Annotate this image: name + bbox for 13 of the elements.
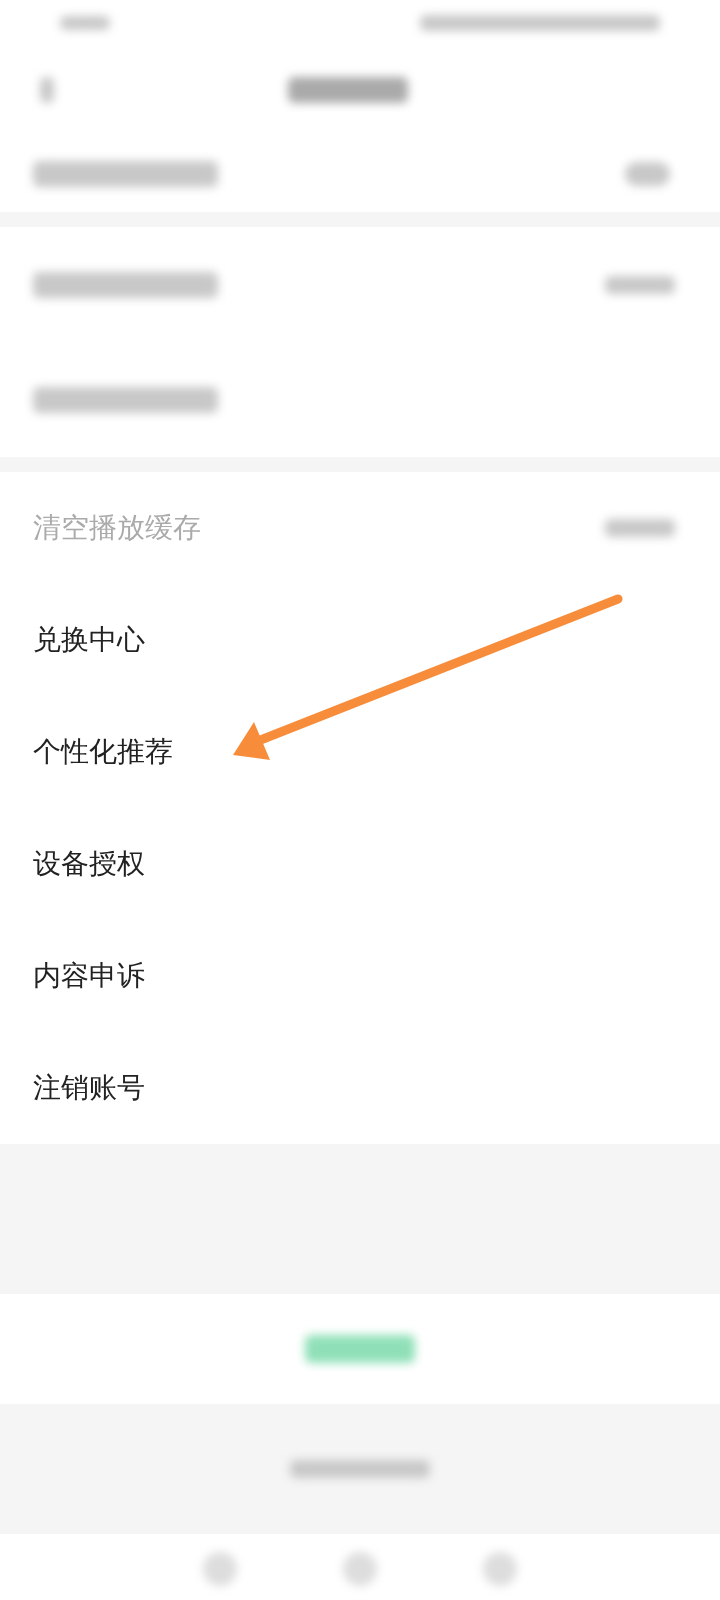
blurred-icon[interactable] [483,1552,517,1586]
blurred-icon [625,161,670,186]
blurred-icon[interactable] [203,1552,237,1586]
blurred-icon[interactable] [343,1552,377,1586]
menu-item[interactable]: 内容申诉 [33,957,145,995]
menu-item[interactable]: 设备授权 [33,845,145,883]
menu-item[interactable]: 兑换中心 [33,621,145,659]
blurred-text [605,519,675,537]
blurred-button[interactable] [305,1335,415,1363]
blurred-text [60,15,110,30]
menu-item[interactable]: 个性化推荐 [33,733,173,771]
menu-item[interactable]: 注销账号 [33,1069,145,1107]
blurred-text [605,275,675,294]
